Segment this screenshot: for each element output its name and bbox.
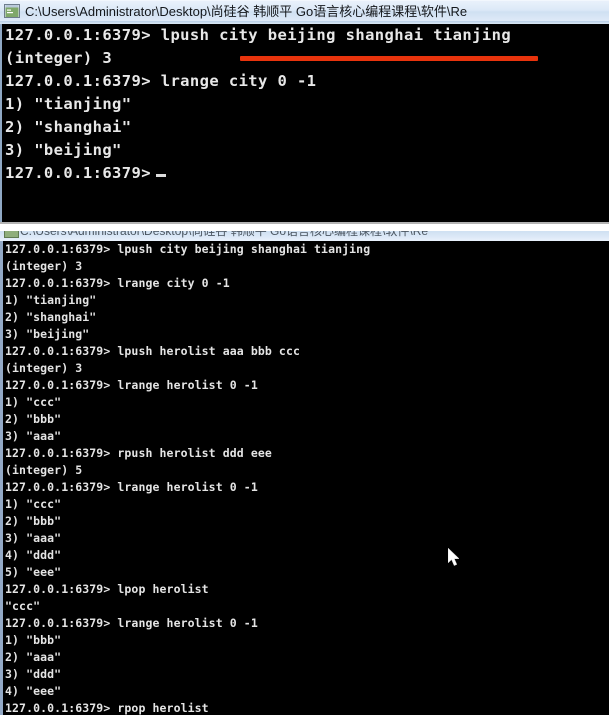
console-output-bottom[interactable]: 127.0.0.1:6379> lpush city beijing shang… (0, 241, 609, 715)
console-window-icon (4, 231, 19, 238)
console-line: 127.0.0.1:6379> rpush herolist ddd eee (5, 446, 272, 460)
console-line: 127.0.0.1:6379> lrange city 0 -1 (5, 276, 230, 290)
console-line: 3) "aaa" (5, 531, 62, 545)
titlebar-bottom[interactable]: C:\Users\Administrator\Desktop\尚硅谷 韩顺平 G… (0, 231, 609, 241)
console-line: 1) "ccc" (5, 497, 62, 511)
console-prompt-text: 127.0.0.1:6379> (5, 164, 151, 182)
console-line: 5) "eee" (5, 565, 62, 579)
console-line: 1) "ccc" (5, 395, 62, 409)
titlebar-top[interactable]: C:\Users\Administrator\Desktop\尚硅谷 韩顺平 G… (0, 0, 609, 21)
console-line: 127.0.0.1:6379> lpush herolist aaa bbb c… (5, 344, 300, 358)
console-line: 127.0.0.1:6379> lrange herolist 0 -1 (5, 616, 258, 630)
console-line: 2) "bbb" (5, 514, 62, 528)
console-line: 127.0.0.1:6379> lpush city beijing shang… (5, 26, 512, 44)
console-output-top[interactable]: 127.0.0.1:6379> lpush city beijing shang… (0, 24, 609, 222)
console-line: 2) "shanghai" (5, 118, 132, 136)
console-line: 127.0.0.1:6379> lrange herolist 0 -1 (5, 480, 258, 494)
console-line: 3) "aaa" (5, 429, 62, 443)
text-cursor-caret (155, 174, 166, 177)
window-title-bottom: C:\Users\Administrator\Desktop\尚硅谷 韩顺平 G… (20, 231, 429, 238)
window-title-top: C:\Users\Administrator\Desktop\尚硅谷 韩顺平 G… (25, 3, 468, 19)
console-line: 127.0.0.1:6379> lrange city 0 -1 (5, 72, 317, 90)
console-line: (integer) 3 (5, 361, 83, 375)
console-line: 127.0.0.1:6379> lpush city beijing shang… (5, 242, 371, 256)
console-line: 2) "shanghai" (5, 310, 97, 324)
console-line: (integer) 3 (5, 259, 83, 273)
console-line: 2) "bbb" (5, 412, 62, 426)
console-line: 1) "bbb" (5, 633, 62, 647)
red-underline-annotation (240, 56, 538, 61)
console-line: 127.0.0.1:6379> lrange herolist 0 -1 (5, 378, 258, 392)
console-line: 127.0.0.1:6379> rpop herolist (5, 701, 209, 715)
window-bottom-edge-top (0, 222, 609, 224)
console-line: 2) "aaa" (5, 650, 62, 664)
console-line: 4) "eee" (5, 684, 62, 698)
console-line: "ccc" (5, 599, 41, 613)
console-line: 3) "beijing" (5, 141, 122, 159)
console-line: 3) "ddd" (5, 667, 62, 681)
console-line: 127.0.0.1:6379> lpop herolist (5, 582, 209, 596)
console-line: (integer) 5 (5, 463, 83, 477)
console-window-top[interactable]: C:\Users\Administrator\Desktop\尚硅谷 韩顺平 G… (0, 0, 609, 224)
console-line: 3) "beijing" (5, 327, 90, 341)
console-prompt-line: 127.0.0.1:6379> (2, 162, 609, 185)
console-line: 1) "tianjing" (5, 293, 97, 307)
console-line: 1) "tianjing" (5, 95, 132, 113)
console-window-bottom[interactable]: C:\Users\Administrator\Desktop\尚硅谷 韩顺平 G… (0, 231, 609, 715)
console-line: 4) "ddd" (5, 548, 62, 562)
console-window-icon (4, 4, 20, 18)
